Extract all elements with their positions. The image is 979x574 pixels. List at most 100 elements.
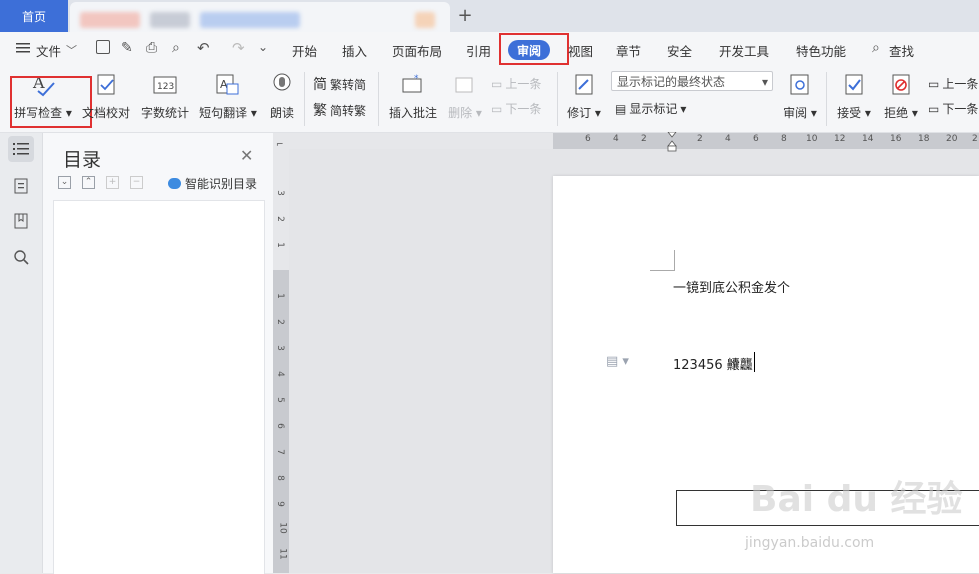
ruler-tick: 4 [725,134,731,144]
menu-special[interactable]: 特色功能 [796,41,846,60]
markup-status-value: 显示标记的最终状态 [617,75,726,89]
document-line[interactable]: 一镜到底公积金发个 [673,277,790,296]
save-icon[interactable] [96,40,110,54]
delete-comment-button[interactable]: 删除 ▾ [446,70,484,128]
collapse-all-icon[interactable]: ⌄ [58,176,71,189]
add-toc-item-icon[interactable]: + [106,176,119,189]
review-pane-icon [787,72,813,98]
prev-change-button[interactable]: ▭ 上一条 [928,75,978,92]
menu-file[interactable]: 文件 [36,41,61,60]
menu-view[interactable]: 视图 [568,41,593,60]
show-markup-icon: ▤ [615,101,627,116]
chevron-down-icon[interactable]: ﹀ [66,42,77,58]
ruler-corner-icon: ⌐ [276,140,284,150]
review-pane-button[interactable]: 审阅 ▾ [780,70,820,128]
menu-insert[interactable]: 插入 [342,41,367,60]
smart-toc-label: 智能识别目录 [185,177,258,191]
track-changes-icon [571,72,597,98]
ruler-tick: 16 [890,134,902,144]
prev-comment-button[interactable]: ▭ 上一条 [491,75,541,92]
doc-proof-icon [93,72,119,98]
indent-marker-icon[interactable] [667,131,677,152]
prev-comment-label: 上一条 [505,77,542,91]
hamburger-icon[interactable] [16,42,30,57]
ruler-tick: 11 [277,548,288,560]
new-tab-button[interactable]: + [455,5,475,27]
outline-nav-icon[interactable] [8,173,34,199]
doc-proof-button[interactable]: 文档校对 [80,70,132,128]
ruler-tick: 3 [274,190,285,196]
next-comment-button[interactable]: ▭ 下一条 [491,100,541,117]
toc-nav-icon[interactable] [8,136,34,162]
ruler-tick: 2 [641,134,647,144]
expand-up-icon[interactable]: ⌃ [82,176,95,189]
print-icon[interactable]: ⎙ [146,40,157,56]
watermark-url: jingyan.baidu.com [745,535,875,551]
tab-document[interactable] [70,2,450,32]
simp-to-trad-button[interactable]: 繁简转繁 [313,100,366,120]
close-icon[interactable]: ✕ [240,146,253,165]
reject-label: 拒绝 [884,106,909,120]
quick-access-more-icon[interactable]: ⌄ [258,40,268,54]
accept-icon [841,72,867,98]
simp-to-trad-label: 简转繁 [330,103,367,118]
format-painter-icon[interactable]: ✎ [121,40,133,56]
ruler-tick: 4 [274,371,285,377]
trad-to-simp-label: 繁转简 [330,77,367,92]
reject-button[interactable]: 拒绝 ▾ [881,70,921,128]
smart-toc-icon [168,178,181,189]
ruler-tick: 9 [274,501,285,507]
track-changes-label: 修订 [567,106,592,120]
redo-icon[interactable]: ↷ [232,39,245,57]
ruler-tick: 2 [972,134,978,144]
chevron-down-icon: ▾ [761,75,768,89]
trad-to-simp-button[interactable]: 简繁转简 [313,74,366,94]
menu-developer[interactable]: 开发工具 [719,41,769,60]
ruler-tick: 5 [274,397,285,403]
markup-status-select[interactable]: 显示标记的最终状态 ▾ [611,71,773,91]
read-aloud-button[interactable]: 朗读 [266,70,298,128]
menu-find[interactable]: 查找 [889,41,914,60]
paragraph-handle-icon[interactable]: ▤ ▾ [606,354,629,369]
search-icon[interactable]: ⌕ [872,40,880,56]
accept-label: 接受 [837,106,862,120]
menu-page-layout[interactable]: 页面布局 [392,41,442,60]
translate-button[interactable]: A 短句翻译 ▾ [199,70,257,128]
text-caret [754,352,755,372]
show-markup-button[interactable]: ▤ 显示标记 ▾ [615,100,686,117]
next-change-icon: ▭ [928,101,940,116]
bookmark-nav-icon[interactable] [8,208,34,234]
menu-references[interactable]: 引用 [466,41,491,60]
read-aloud-label: 朗读 [269,106,294,120]
next-comment-icon: ▭ [491,101,503,116]
ruler-tick: 6 [274,423,285,429]
next-change-button[interactable]: ▭ 下一条 [928,100,978,117]
ruler-tick: 1 [274,242,285,248]
toc-list[interactable] [53,200,265,574]
doc-proof-label: 文档校对 [81,106,130,120]
prev-change-label: 上一条 [942,77,979,91]
ruler-tick: 1 [274,293,285,299]
translate-icon: A [215,72,241,98]
find-nav-icon[interactable] [8,244,34,270]
svg-text:*: * [414,74,419,84]
ruler-tick: 6 [753,134,759,144]
menu-start[interactable]: 开始 [292,41,317,60]
tab-home[interactable]: 首页 [0,0,68,32]
insert-comment-button[interactable]: * 插入批注 [386,70,440,128]
menu-chapter[interactable]: 章节 [616,41,641,60]
remove-toc-item-icon[interactable]: − [130,176,143,189]
margin-corner-mark [650,250,675,271]
undo-icon[interactable]: ↶ [197,39,210,57]
show-markup-label: 显示标记 [629,102,678,116]
accept-button[interactable]: 接受 ▾ [834,70,874,128]
print-preview-icon[interactable]: ⌕ [172,40,180,56]
smart-toc-button[interactable]: 智能识别目录 [168,175,257,192]
document-line[interactable]: 123456 齉龘 [673,354,753,373]
insert-comment-label: 插入批注 [388,106,437,120]
track-changes-button[interactable]: 修订 ▾ [564,70,604,128]
menu-security[interactable]: 安全 [667,41,692,60]
ruler-tick: 4 [613,134,619,144]
ribbon-separator [304,72,305,126]
word-count-button[interactable]: 123 字数统计 [140,70,190,128]
